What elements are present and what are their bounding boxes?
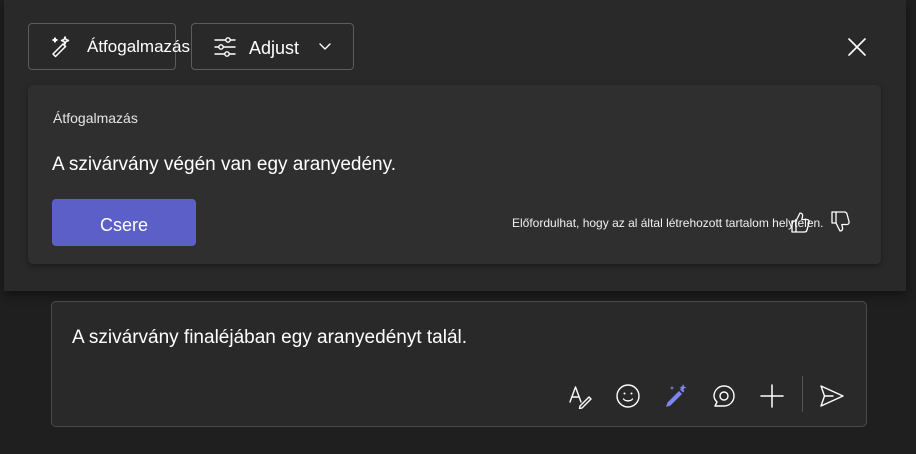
- replace-button[interactable]: Csere: [52, 199, 196, 246]
- chevron-down-icon: [319, 43, 331, 50]
- plus-icon: [760, 384, 784, 408]
- compose-divider: [802, 376, 803, 412]
- result-text: A szivárvány végén van egy aranyedény.: [52, 154, 396, 175]
- copilot-rewrite-button[interactable]: [662, 382, 690, 410]
- compose-box[interactable]: A szivárvány finaléjában egy aranyedényt…: [51, 301, 867, 427]
- sliders-icon: [214, 37, 236, 57]
- copilot-rewrite-icon: [666, 384, 687, 407]
- rewrite-button[interactable]: Átfogalmazás: [28, 23, 190, 70]
- loop-button[interactable]: [710, 382, 738, 410]
- rewrite-label: Átfogalmazás: [87, 37, 190, 56]
- ai-disclaimer: Előfordulhat, hogy az al által létrehozo…: [512, 216, 824, 230]
- loop-icon: [713, 385, 735, 407]
- emoji-icon: [616, 384, 640, 408]
- result-heading: Átfogalmazás: [53, 110, 138, 126]
- sparkle-pen-icon: [52, 36, 70, 58]
- thumbs-down-icon[interactable]: [829, 210, 851, 234]
- format-text-icon: [569, 386, 592, 409]
- adjust-dropdown[interactable]: Adjust: [191, 23, 354, 70]
- format-button[interactable]: [566, 382, 594, 410]
- result-card: Átfogalmazás A szivárvány végén van egy …: [28, 85, 881, 264]
- close-button[interactable]: [842, 32, 872, 62]
- attach-button[interactable]: [758, 382, 786, 410]
- compose-message-text[interactable]: A szivárvány finaléjában egy aranyedényt…: [72, 327, 467, 349]
- send-icon: [820, 385, 844, 407]
- send-button[interactable]: [818, 382, 846, 410]
- adjust-label: Adjust: [249, 38, 300, 58]
- close-icon: [848, 38, 866, 56]
- emoji-button[interactable]: [614, 382, 642, 410]
- thumbs-up-icon[interactable]: [789, 210, 811, 234]
